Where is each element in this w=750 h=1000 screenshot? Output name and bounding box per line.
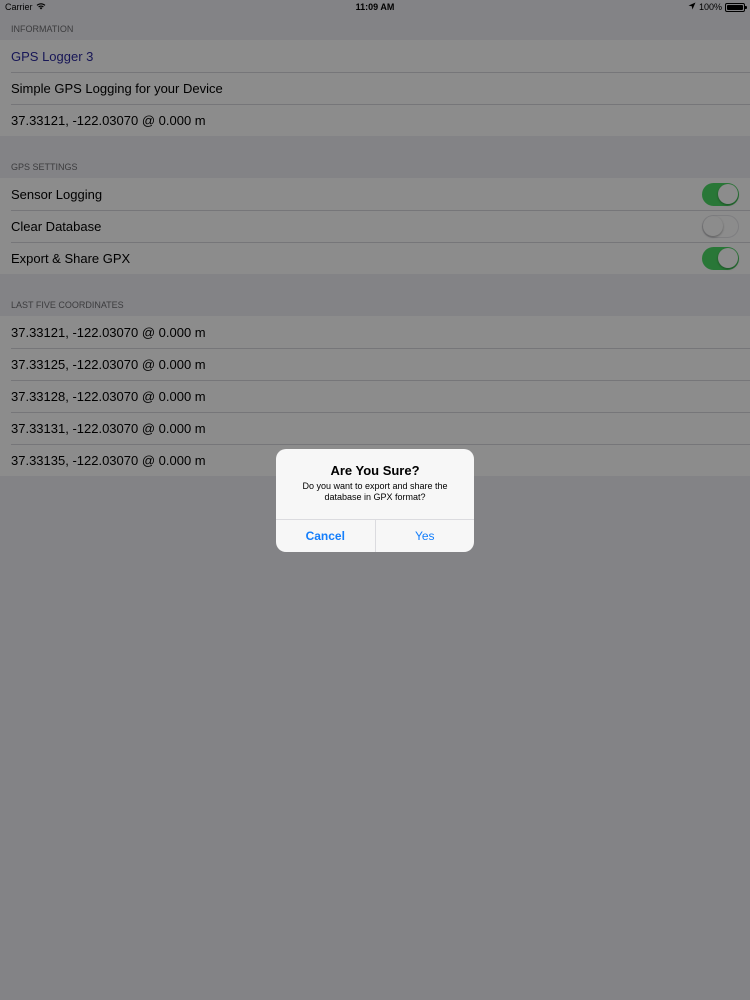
alert-message: Do you want to export and share the data… (302, 481, 448, 502)
alert-title: Are You Sure? (330, 463, 420, 478)
yes-button[interactable]: Yes (376, 520, 475, 552)
alert-actions: Cancel Yes (276, 519, 474, 552)
confirm-alert-dialog: Are You Sure? Do you want to export and … (276, 449, 474, 552)
alert-body: Are You Sure? Do you want to export and … (276, 449, 474, 519)
cancel-button[interactable]: Cancel (276, 520, 376, 552)
settings-screen: Carrier 11:09 AM 100% INFORMATION GPS Lo… (0, 0, 750, 1000)
